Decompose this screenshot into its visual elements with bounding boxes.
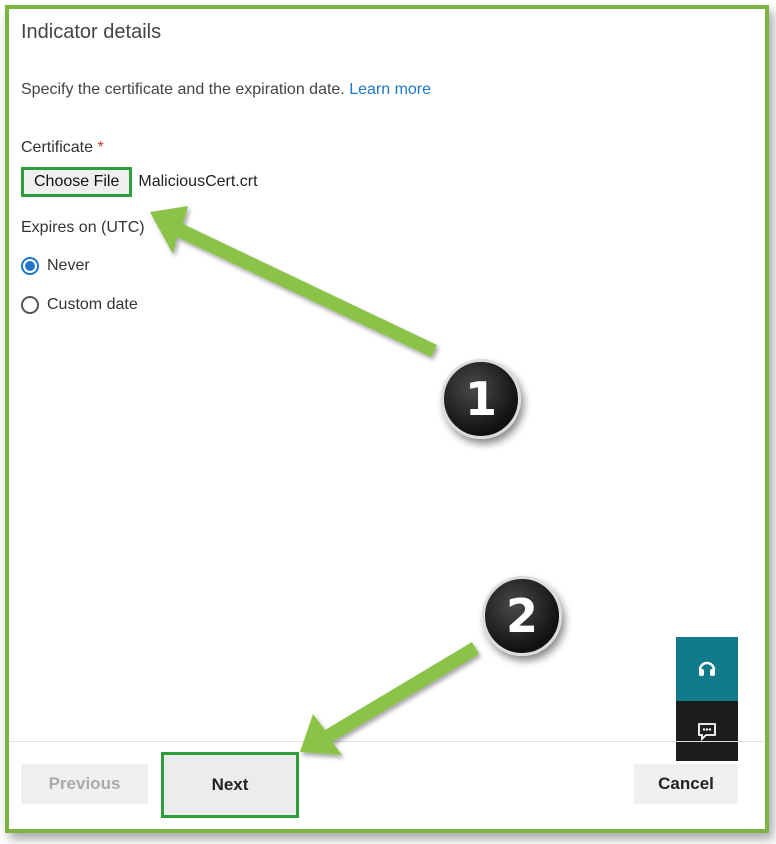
next-button[interactable]: Next <box>161 752 299 818</box>
file-picker: Choose File MaliciousCert.crt <box>21 167 258 197</box>
radio-never-label: Never <box>47 257 90 274</box>
help-button[interactable] <box>676 637 738 701</box>
expires-label: Expires on (UTC) <box>21 219 145 236</box>
required-mark: * <box>97 139 104 156</box>
choose-file-button[interactable]: Choose File <box>21 167 133 197</box>
feedback-button[interactable] <box>676 701 738 761</box>
radio-custom-date-label: Custom date <box>47 296 138 313</box>
selected-file-name: MaliciousCert.crt <box>138 173 258 190</box>
radio-never[interactable]: Never <box>21 257 90 275</box>
radio-never-control[interactable] <box>21 257 39 275</box>
footer-divider <box>9 741 765 742</box>
headset-icon <box>698 661 716 676</box>
feedback-icon <box>698 723 716 742</box>
step-1-badge: 1 <box>441 359 521 439</box>
radio-custom-date-control[interactable] <box>21 296 39 314</box>
radio-custom-date[interactable]: Custom date <box>21 296 138 314</box>
cancel-button[interactable]: Cancel <box>634 764 738 804</box>
previous-button[interactable]: Previous <box>21 764 148 804</box>
certificate-label-text: Certificate <box>21 139 94 156</box>
indicator-details-panel: Indicator details Specify the certificat… <box>5 5 769 833</box>
panel-description: Specify the certificate and the expirati… <box>21 81 431 99</box>
panel-title: Indicator details <box>21 21 162 43</box>
step-2-badge: 2 <box>482 576 562 656</box>
learn-more-link[interactable]: Learn more <box>349 81 431 98</box>
description-text: Specify the certificate and the expirati… <box>21 81 350 98</box>
certificate-label: Certificate * <box>21 139 104 157</box>
